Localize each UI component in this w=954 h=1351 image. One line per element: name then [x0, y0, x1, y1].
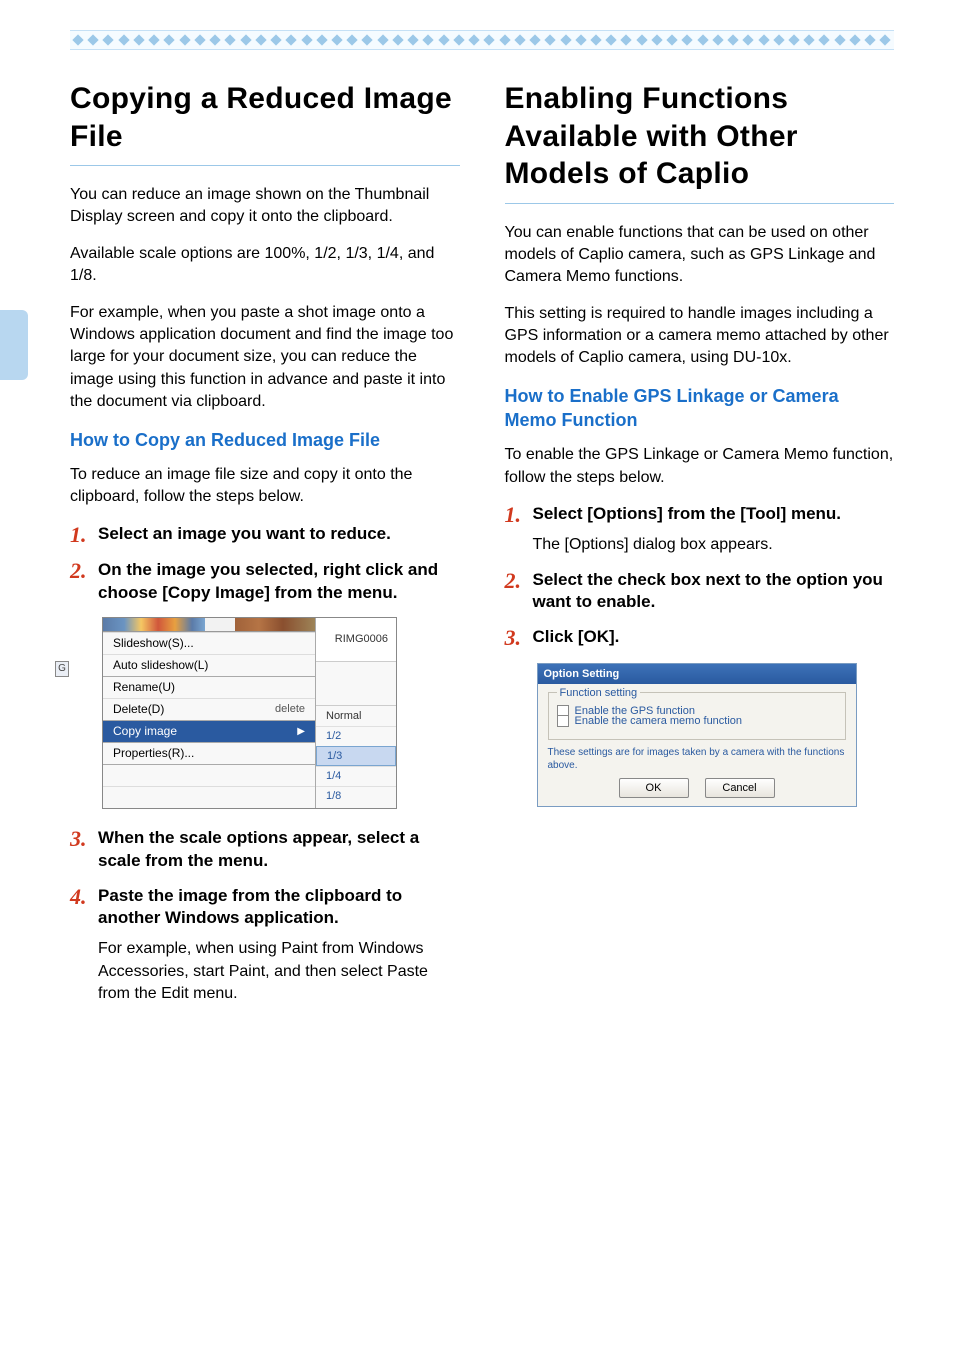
step-title: Paste the image from the clipboard to an…: [98, 885, 460, 931]
step-title: Select [Options] from the [Tool] menu.: [533, 503, 895, 526]
step-number: 1.: [505, 503, 523, 556]
paragraph: You can enable functions that can be use…: [505, 222, 895, 289]
dialog-note: These settings are for images taken by a…: [548, 746, 846, 772]
paragraph: To reduce an image file size and copy it…: [70, 464, 460, 509]
paragraph: To enable the GPS Linkage or Camera Memo…: [505, 444, 895, 489]
decorative-diamond-border: [70, 30, 894, 50]
subheading-copy-reduced: How to Copy an Reduced Image File: [70, 428, 460, 452]
ok-button[interactable]: OK: [619, 778, 689, 798]
step-body: For example, when using Paint from Windo…: [98, 938, 460, 1005]
step-title: When the scale options appear, select a …: [98, 827, 460, 873]
step-number: 3.: [70, 827, 88, 873]
fieldset-legend: Function setting: [557, 687, 641, 699]
paragraph: This setting is required to handle image…: [505, 303, 895, 370]
menu-item-label: Copy image: [113, 724, 177, 738]
context-menu-screenshot: Slideshow(S)... Auto slideshow(L) Rename…: [102, 617, 397, 809]
menu-item-properties[interactable]: Properties(R)...: [103, 742, 315, 764]
option-setting-dialog: Option Setting Function setting Enable t…: [537, 663, 857, 807]
step-title: On the image you selected, right click a…: [98, 559, 460, 605]
step-title: Click [OK].: [533, 626, 895, 649]
submenu-item-half[interactable]: 1/2: [316, 726, 396, 746]
menu-item-label: Properties(R)...: [113, 746, 194, 760]
right-column: Enabling Functions Available with Other …: [505, 80, 895, 1018]
menu-item-label: Delete(D): [113, 702, 164, 716]
step-number: 2.: [505, 569, 523, 615]
submenu-item-normal[interactable]: Normal: [316, 706, 396, 726]
menu-item-rename[interactable]: Rename(U): [103, 676, 315, 698]
submenu-item-third[interactable]: 1/3: [316, 746, 396, 766]
thumbnail-filename: RIMG0006: [316, 618, 396, 662]
menu-item-label: Slideshow(S)...: [113, 636, 194, 650]
step-number: 3.: [505, 626, 523, 650]
cancel-button[interactable]: Cancel: [705, 778, 775, 798]
menu-empty-row: [103, 786, 315, 808]
step-number: 2.: [70, 559, 88, 605]
paragraph: Available scale options are 100%, 1/2, 1…: [70, 243, 460, 288]
menu-item-delete[interactable]: Delete(D) delete: [103, 698, 315, 720]
menu-item-label: Rename(U): [113, 680, 175, 694]
side-tab-g: G: [55, 661, 69, 677]
paragraph: You can reduce an image shown on the Thu…: [70, 184, 460, 229]
step-number: 4.: [70, 885, 88, 1006]
menu-right-spacer: [316, 662, 396, 706]
menu-item-auto-slideshow[interactable]: Auto slideshow(L): [103, 654, 315, 676]
checkbox-enable-memo[interactable]: Enable the camera memo function: [557, 715, 837, 727]
paragraph: For example, when you paste a shot image…: [70, 302, 460, 414]
step-title: Select the check box next to the option …: [533, 569, 895, 615]
step-body: The [Options] dialog box appears.: [533, 534, 895, 556]
menu-empty-row: [103, 764, 315, 786]
menu-shortcut: delete: [275, 703, 305, 715]
checkbox-label: Enable the camera memo function: [575, 715, 743, 727]
thumbnail-strip: [103, 618, 315, 632]
section-heading-enabling: Enabling Functions Available with Other …: [505, 80, 895, 204]
dialog-titlebar: Option Setting: [538, 664, 856, 684]
section-heading-copying: Copying a Reduced Image File: [70, 80, 460, 166]
page-side-tab: [0, 310, 28, 380]
step-title: Select an image you want to reduce.: [98, 523, 460, 546]
menu-item-slideshow[interactable]: Slideshow(S)...: [103, 632, 315, 654]
step-number: 1.: [70, 523, 88, 547]
subheading-enable-gps: How to Enable GPS Linkage or Camera Memo…: [505, 384, 895, 433]
submenu-item-eighth[interactable]: 1/8: [316, 786, 396, 806]
left-column: Copying a Reduced Image File You can red…: [70, 80, 460, 1018]
menu-item-copy-image[interactable]: Copy image ▶: [103, 720, 315, 742]
submenu-item-quarter[interactable]: 1/4: [316, 766, 396, 786]
checkbox-icon: [557, 715, 569, 727]
submenu-arrow-icon: ▶: [297, 726, 305, 737]
menu-item-label: Auto slideshow(L): [113, 658, 208, 672]
